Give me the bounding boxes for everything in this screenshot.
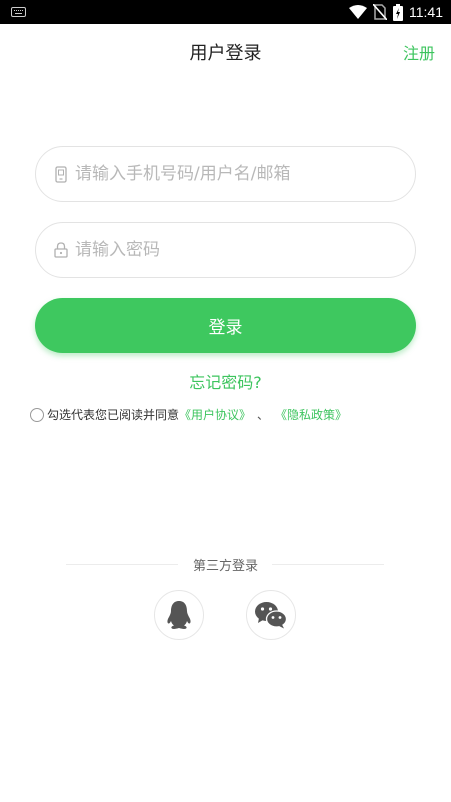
keyboard-icon <box>11 7 26 17</box>
password-field[interactable] <box>35 222 416 278</box>
no-sim-icon <box>373 4 387 20</box>
user-agreement-link[interactable]: 《用户协议》 <box>179 406 251 423</box>
nav-bar: 用户登录 注册 <box>0 24 451 78</box>
qq-login-button[interactable] <box>154 590 204 640</box>
agreement-row: 勾选代表您已阅读并同意 《用户协议》 、 《隐私政策》 <box>30 406 347 423</box>
account-field[interactable] <box>35 146 416 202</box>
privacy-policy-link[interactable]: 《隐私政策》 <box>275 406 347 423</box>
wechat-icon <box>255 602 288 629</box>
account-input[interactable] <box>75 164 395 184</box>
wechat-login-button[interactable] <box>246 590 296 640</box>
status-bar: 11:41 <box>0 0 451 24</box>
phone-icon <box>53 164 69 184</box>
status-time: 11:41 <box>409 4 443 20</box>
forgot-password-link[interactable]: 忘记密码? <box>189 373 262 392</box>
login-button[interactable]: 登录 <box>35 298 416 353</box>
agreement-checkbox[interactable] <box>30 407 44 422</box>
password-input[interactable] <box>75 240 395 260</box>
agreement-separator: 、 <box>257 408 270 422</box>
page-title: 用户登录 <box>189 43 262 64</box>
status-icons: 11:41 <box>349 0 443 24</box>
lock-icon <box>53 240 69 260</box>
register-link[interactable]: 注册 <box>403 40 435 64</box>
third-party-login-divider: 第三方登录 <box>0 555 451 575</box>
agreement-text: 勾选代表您已阅读并同意 <box>47 408 180 422</box>
qq-icon <box>167 601 191 629</box>
wifi-icon <box>349 5 367 19</box>
forgot-password-row: 忘记密码? <box>0 369 451 393</box>
divider-line-right <box>272 564 384 565</box>
battery-icon <box>393 3 403 21</box>
